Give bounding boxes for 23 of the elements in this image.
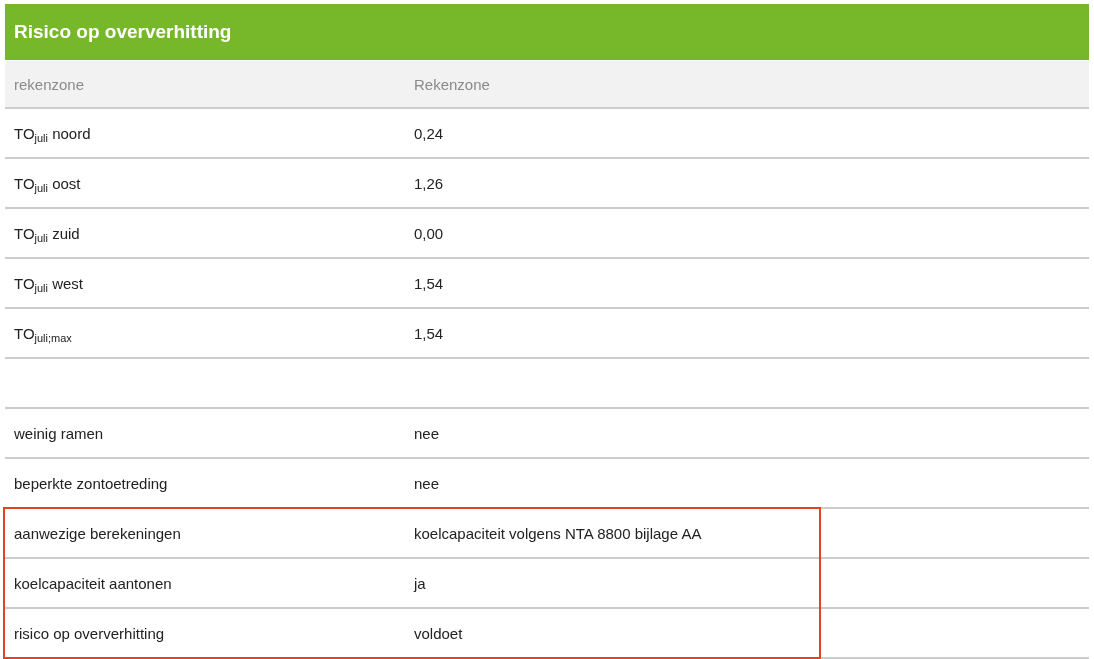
row-value: nee — [414, 424, 441, 442]
row-value: 0,24 — [414, 124, 445, 142]
panel-title: Risico op oververhitting — [5, 4, 1089, 60]
row-value: ja — [414, 574, 427, 592]
row-value: koelcapaciteit volgens NTA 8800 bijlage AA — [414, 524, 703, 542]
row-label: risico op oververhitting — [14, 624, 166, 642]
row-label: TO$_{juli}$ oost — [14, 174, 82, 192]
row-label: koelcapaciteit aantonen — [14, 574, 173, 592]
row-label: TO$_{juli}$ zuid — [14, 224, 81, 242]
column-header: rekenzone — [14, 75, 86, 93]
row-value: nee — [414, 474, 441, 492]
row-label: weinig ramen — [14, 424, 105, 442]
row-value: voldoet — [414, 624, 464, 642]
row-label: TO$_{juli}$ west — [14, 274, 85, 292]
row-value: 1,26 — [414, 174, 445, 192]
row-value: 0,00 — [414, 224, 445, 242]
row-label: TO$_{juli;max}$ — [14, 324, 73, 342]
row-value: 1,54 — [414, 274, 445, 292]
row-label: TO$_{juli}$ noord — [14, 124, 92, 142]
row-value: 1,54 — [414, 324, 445, 342]
row-label: aanwezige berekeningen — [14, 524, 182, 542]
column-header: Rekenzone — [414, 75, 491, 93]
row-label: beperkte zontoetreding — [14, 474, 169, 492]
